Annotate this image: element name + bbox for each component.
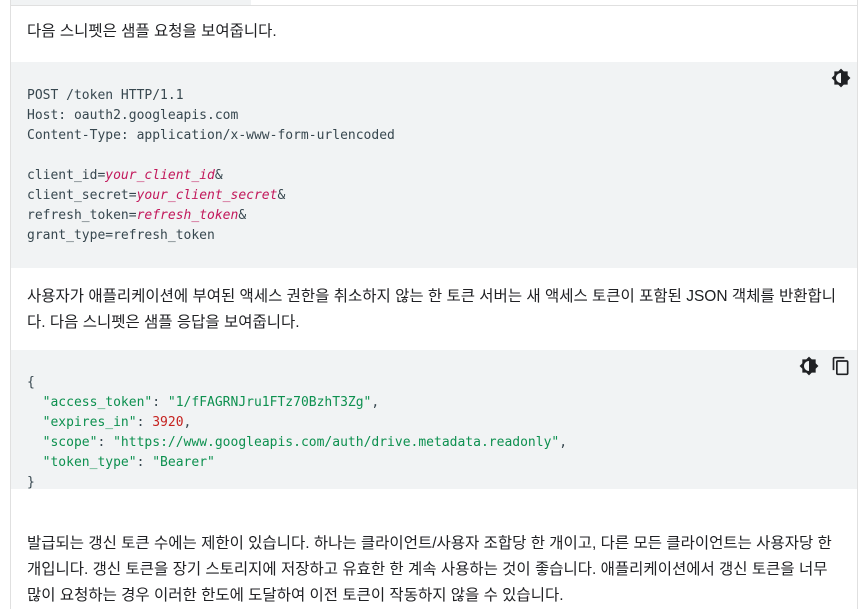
param-line: grant_type=refresh_token	[27, 228, 215, 243]
json-colon: :	[136, 455, 153, 470]
param-key: refresh_token=	[27, 208, 137, 223]
tab-strip	[11, 0, 251, 6]
footer-paragraph: 발급되는 갱신 토큰 수에는 제한이 있습니다. 하나는 클라이언트/사용자 조…	[27, 535, 832, 604]
json-colon: :	[152, 395, 168, 410]
json-key: "scope"	[42, 435, 98, 450]
dark-theme-icon[interactable]	[831, 68, 851, 88]
request-code: POST /token HTTP/1.1 Host: oauth2.google…	[27, 86, 395, 246]
param-amp: &	[277, 188, 286, 203]
code-line: Content-Type: application/x-www-form-url…	[27, 128, 395, 143]
json-key: "expires_in"	[42, 415, 137, 430]
divider	[251, 5, 857, 6]
json-value: 3920	[152, 415, 184, 430]
param-amp: &	[238, 208, 247, 223]
code-line: Host: oauth2.googleapis.com	[27, 108, 239, 123]
response-code: { "access_token": "1/fFAGRNJru1FTz70BzhT…	[27, 373, 567, 493]
response-code-block: { "access_token": "1/fFAGRNJru1FTz70BzhT…	[11, 350, 857, 490]
request-code-block: POST /token HTTP/1.1 Host: oauth2.google…	[11, 62, 857, 268]
json-key: "access_token"	[42, 395, 153, 410]
param-key: client_secret=	[27, 188, 137, 203]
json-comma: ,	[183, 415, 192, 430]
response-description: 사용자가 애플리케이션에 부여된 액세스 권한을 취소하지 않는 한 토큰 서버…	[27, 288, 836, 331]
json-value: "Bearer"	[152, 455, 215, 470]
copy-icon[interactable]	[831, 356, 851, 376]
json-value: "1/fFAGRNJru1FTz70BzhT3Zg"	[167, 395, 372, 410]
json-brace: }	[27, 475, 35, 490]
json-brace: {	[27, 375, 35, 390]
article-content: 다음 스니펫은 샘플 요청을 보여줍니다. POST /token HTTP/1…	[10, 0, 858, 609]
json-value: "https://www.googleapis.com/auth/drive.m…	[113, 435, 560, 450]
param-amp: &	[214, 168, 223, 183]
code-line: POST /token HTTP/1.1	[27, 88, 184, 103]
dark-theme-icon[interactable]	[799, 356, 819, 376]
param-placeholder: your_client_id	[105, 168, 215, 183]
param-placeholder: your_client_secret	[136, 188, 278, 203]
json-key: "token_type"	[42, 455, 137, 470]
json-comma: ,	[371, 395, 380, 410]
intro-paragraph: 다음 스니펫은 샘플 요청을 보여줍니다.	[27, 23, 277, 40]
param-key: client_id=	[27, 168, 106, 183]
json-colon: :	[136, 415, 153, 430]
json-colon: :	[97, 435, 114, 450]
param-placeholder: refresh_token	[136, 208, 239, 223]
json-comma: ,	[559, 435, 568, 450]
